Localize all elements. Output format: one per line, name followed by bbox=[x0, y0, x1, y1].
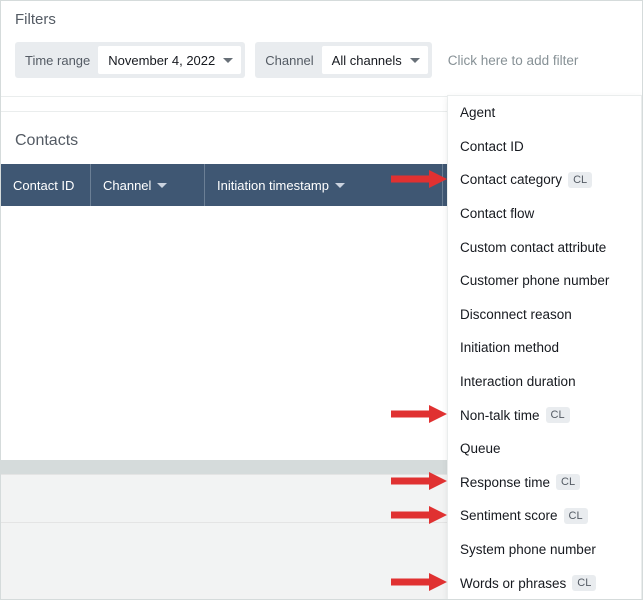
filter-option[interactable]: Sentiment score CL bbox=[448, 499, 641, 533]
channel-filter[interactable]: Channel All channels bbox=[255, 42, 432, 78]
chevron-down-icon bbox=[157, 183, 167, 188]
cl-badge: CL bbox=[572, 575, 596, 591]
chevron-down-icon bbox=[223, 58, 233, 63]
filter-option[interactable]: Non-talk time CL bbox=[448, 398, 641, 432]
filter-option-label: Agent bbox=[460, 105, 495, 120]
column-label: Channel bbox=[103, 178, 151, 193]
filter-option-label: Custom contact attribute bbox=[460, 240, 606, 255]
filter-option-label: Initiation method bbox=[460, 340, 559, 355]
filter-option-label: Non-talk time bbox=[460, 408, 540, 423]
column-channel[interactable]: Channel bbox=[91, 164, 205, 206]
channel-value[interactable]: All channels bbox=[322, 46, 428, 74]
chevron-down-icon bbox=[410, 58, 420, 63]
filter-option-label: Response time bbox=[460, 475, 550, 490]
time-range-value[interactable]: November 4, 2022 bbox=[98, 46, 241, 74]
filter-option[interactable]: Customer phone number bbox=[448, 264, 641, 298]
chevron-down-icon bbox=[335, 183, 345, 188]
filter-option-label: Disconnect reason bbox=[460, 307, 572, 322]
filter-option-label: Contact ID bbox=[460, 139, 524, 154]
filter-option[interactable]: Custom contact attribute bbox=[448, 230, 641, 264]
column-label: Contact ID bbox=[13, 178, 74, 193]
filter-option[interactable]: System phone number bbox=[448, 533, 641, 567]
filters-title: Filters bbox=[15, 11, 628, 28]
filter-option-label: Contact flow bbox=[460, 206, 534, 221]
filter-option[interactable]: Contact category CL bbox=[448, 163, 641, 197]
filter-option[interactable]: Response time CL bbox=[448, 466, 641, 500]
filter-option[interactable]: Disconnect reason bbox=[448, 298, 641, 332]
channel-text: All channels bbox=[332, 53, 402, 68]
app-frame: Filters Time range November 4, 2022 Chan… bbox=[0, 0, 643, 600]
filter-option[interactable]: Words or phrases CL bbox=[448, 566, 641, 600]
cl-badge: CL bbox=[568, 172, 592, 188]
filter-option-label: System phone number bbox=[460, 542, 596, 557]
add-filter-dropdown: AgentContact IDContact categoryCLContact… bbox=[447, 95, 642, 600]
column-contact-id[interactable]: Contact ID bbox=[1, 164, 91, 206]
filter-option-label: Customer phone number bbox=[460, 273, 609, 288]
filter-option[interactable]: Queue bbox=[448, 432, 641, 466]
cl-badge: CL bbox=[564, 508, 588, 524]
filter-option-label: Interaction duration bbox=[460, 374, 576, 389]
filter-option[interactable]: Initiation method bbox=[448, 331, 641, 365]
cl-badge: CL bbox=[546, 407, 570, 423]
channel-label: Channel bbox=[265, 53, 313, 68]
column-label: Initiation timestamp bbox=[217, 178, 329, 193]
filters-panel: Filters Time range November 4, 2022 Chan… bbox=[1, 1, 642, 97]
filter-option-label: Queue bbox=[460, 441, 501, 456]
filter-option[interactable]: Contact flow bbox=[448, 197, 641, 231]
cl-badge: CL bbox=[556, 474, 580, 490]
filter-option-label: Sentiment score bbox=[460, 508, 558, 523]
add-filter-trigger[interactable]: Click here to add filter bbox=[448, 53, 579, 68]
filter-option[interactable]: Agent bbox=[448, 96, 641, 130]
filter-option-label: Words or phrases bbox=[460, 576, 566, 591]
filter-bar: Time range November 4, 2022 Channel All … bbox=[15, 42, 628, 78]
filter-option[interactable]: Interaction duration bbox=[448, 365, 641, 399]
filter-option-label: Contact category bbox=[460, 172, 562, 187]
time-range-filter[interactable]: Time range November 4, 2022 bbox=[15, 42, 245, 78]
filter-option[interactable]: Contact ID bbox=[448, 130, 641, 164]
time-range-label: Time range bbox=[25, 53, 90, 68]
column-initiation-timestamp[interactable]: Initiation timestamp bbox=[205, 164, 443, 206]
time-range-text: November 4, 2022 bbox=[108, 53, 215, 68]
